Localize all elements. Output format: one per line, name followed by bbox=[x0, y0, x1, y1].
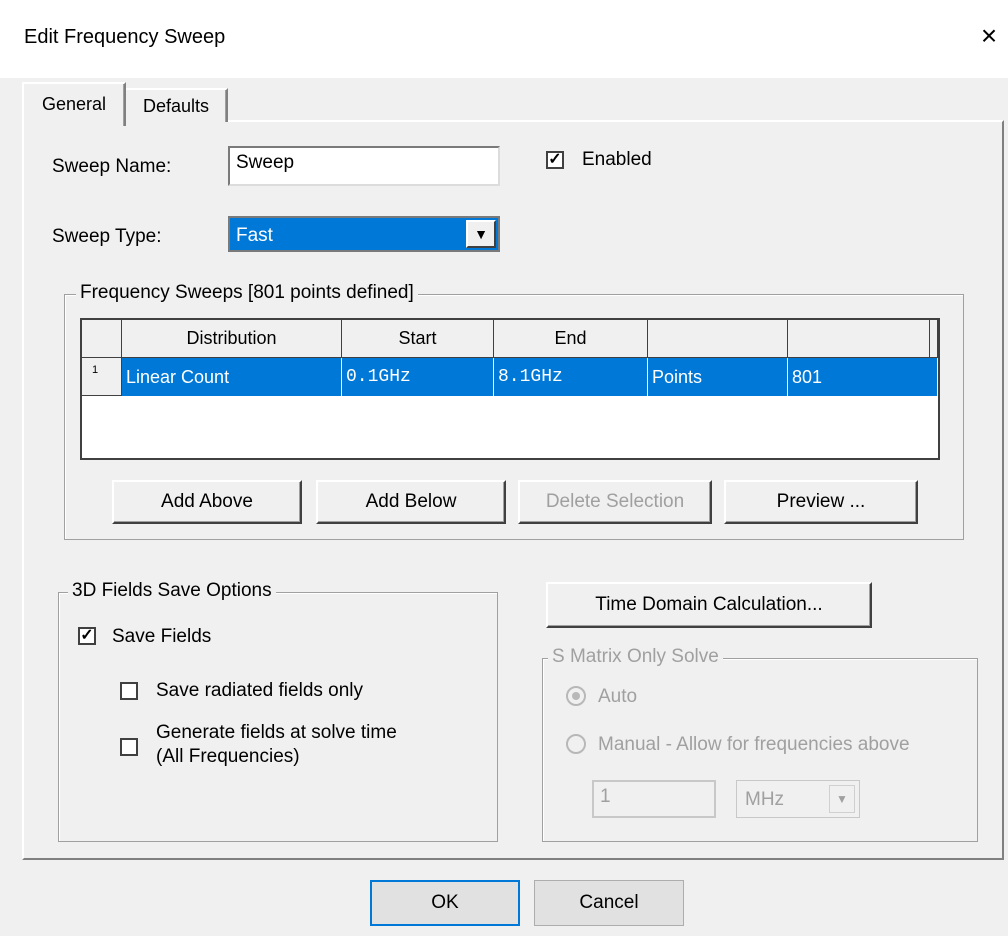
sweep-grid[interactable]: Distribution Start End 1 Linear Count 0.… bbox=[80, 318, 940, 460]
frequency-value: 1 bbox=[600, 786, 611, 807]
sweep-name-label: Sweep Name: bbox=[52, 156, 172, 177]
tab-general-label: General bbox=[41, 94, 107, 114]
chevron-down-icon: ▼ bbox=[474, 226, 488, 242]
column-header-4[interactable] bbox=[648, 320, 788, 358]
window-title: Edit Frequency Sweep bbox=[24, 26, 226, 48]
close-icon[interactable]: × bbox=[970, 16, 1008, 56]
row-header-1[interactable]: 1 bbox=[82, 358, 122, 396]
frequency-unit-select[interactable]: MHz ▼ bbox=[736, 780, 860, 818]
sweep-type-label: Sweep Type: bbox=[52, 226, 162, 247]
table-cell-start[interactable]: 0.1GHz bbox=[342, 358, 494, 396]
preview-label: Preview ... bbox=[776, 491, 866, 512]
save-radiated-checkbox[interactable] bbox=[120, 682, 138, 700]
auto-radio[interactable] bbox=[566, 686, 586, 706]
tab-defaults[interactable]: Defaults bbox=[124, 88, 228, 122]
frequency-unit-value: MHz bbox=[745, 789, 785, 810]
enabled-label-text: Enabled bbox=[582, 149, 652, 170]
frequency-sweeps-caption: Frequency Sweeps [801 points defined] bbox=[76, 282, 418, 304]
table-cell-type[interactable]: Points bbox=[648, 358, 788, 396]
ok-label: OK bbox=[431, 892, 459, 913]
time-domain-calculation-button[interactable]: Time Domain Calculation... bbox=[546, 582, 872, 628]
tab-general[interactable]: General bbox=[22, 82, 126, 126]
table-cell-count[interactable]: 801 bbox=[788, 358, 938, 396]
manual-label: Manual - Allow for frequencies above bbox=[598, 734, 910, 755]
column-header-start[interactable]: Start bbox=[342, 320, 494, 358]
sweep-name-value: Sweep bbox=[236, 152, 295, 173]
save-fields-label: Save Fields bbox=[112, 626, 212, 647]
column-header-distribution[interactable]: Distribution bbox=[122, 320, 342, 358]
enabled-label: Enabled bbox=[582, 149, 652, 171]
add-below-label: Add Below bbox=[365, 491, 457, 512]
generate-fields-checkbox[interactable] bbox=[120, 738, 138, 756]
sweep-name-input[interactable]: Sweep bbox=[228, 146, 500, 186]
generate-fields-label-line1: Generate fields at solve time bbox=[156, 722, 397, 743]
add-above-button[interactable]: Add Above bbox=[112, 480, 302, 524]
sweep-type-value: Fast bbox=[236, 225, 273, 246]
time-domain-label: Time Domain Calculation... bbox=[595, 594, 823, 615]
frequency-value-input[interactable]: 1 bbox=[592, 780, 716, 818]
fields-save-caption: 3D Fields Save Options bbox=[68, 580, 276, 602]
save-fields-checkbox[interactable]: ✓ bbox=[78, 627, 96, 645]
ok-button[interactable]: OK bbox=[370, 880, 520, 926]
checkmark-icon: ✓ bbox=[80, 627, 94, 644]
checkmark-icon: ✓ bbox=[548, 151, 562, 168]
table-cell-distribution[interactable]: Linear Count bbox=[122, 358, 342, 396]
unit-dropdown-button[interactable]: ▼ bbox=[829, 785, 855, 813]
chevron-down-icon: ▼ bbox=[836, 792, 848, 806]
auto-label: Auto bbox=[598, 686, 638, 707]
grid-corner bbox=[82, 320, 122, 358]
add-below-button[interactable]: Add Below bbox=[316, 480, 506, 524]
tab-defaults-label: Defaults bbox=[142, 96, 210, 116]
enabled-checkbox[interactable]: ✓ bbox=[546, 151, 564, 169]
preview-button[interactable]: Preview ... bbox=[724, 480, 918, 524]
s-matrix-caption: S Matrix Only Solve bbox=[548, 646, 723, 668]
save-radiated-label: Save radiated fields only bbox=[156, 680, 364, 701]
column-header-end[interactable]: End bbox=[494, 320, 648, 358]
cancel-label: Cancel bbox=[579, 892, 639, 913]
header-scroll-edge bbox=[930, 320, 938, 358]
delete-selection-label: Delete Selection bbox=[545, 491, 685, 512]
radio-selected-dot bbox=[572, 692, 580, 700]
cancel-button[interactable]: Cancel bbox=[534, 880, 684, 926]
table-cell-end[interactable]: 8.1GHz bbox=[494, 358, 648, 396]
delete-selection-button[interactable]: Delete Selection bbox=[518, 480, 712, 524]
column-header-5[interactable] bbox=[788, 320, 930, 358]
manual-radio[interactable] bbox=[566, 734, 586, 754]
sweep-type-dropdown-button[interactable]: ▼ bbox=[466, 220, 496, 248]
sweep-type-select[interactable]: Fast ▼ bbox=[228, 216, 500, 252]
generate-fields-label-line2: (All Frequencies) bbox=[156, 746, 300, 767]
add-above-label: Add Above bbox=[161, 491, 253, 512]
